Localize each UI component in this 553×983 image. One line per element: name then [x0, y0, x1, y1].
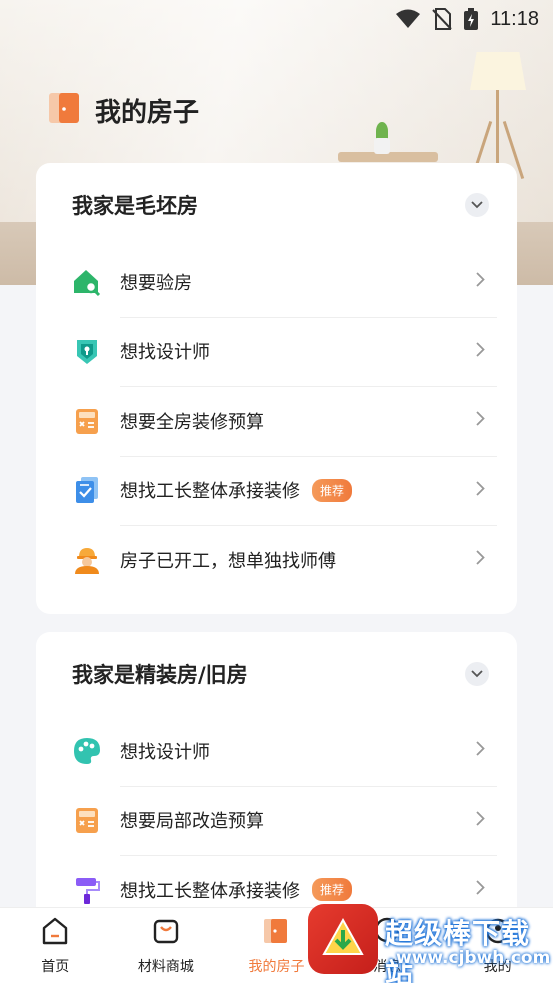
- door-icon: [261, 916, 291, 950]
- battery-icon: [464, 8, 479, 30]
- list-item-inspect-house[interactable]: 想要验房: [36, 247, 517, 317]
- list-item-partial-budget[interactable]: 想要局部改造预算: [36, 785, 517, 856]
- calculator-icon: [72, 805, 102, 835]
- nav-item-shop[interactable]: 材料商城: [111, 908, 222, 983]
- recommend-badge: 推荐: [312, 478, 353, 502]
- wifi-icon: [396, 9, 421, 29]
- section-card-rough-house: 我家是毛坯房 想要验房 想找设计师 想要全房装修预算 想找工长整体承接装修 推荐…: [36, 163, 517, 614]
- lamp-illustration: [470, 52, 526, 90]
- watermark-logo-icon: [308, 904, 378, 974]
- chevron-right-icon: [476, 741, 485, 760]
- chevron-right-icon: [476, 811, 485, 830]
- chevron-down-icon: [471, 670, 483, 678]
- status-time: 11:18: [490, 7, 539, 30]
- section-title: 我家是精装房/旧房: [72, 663, 248, 687]
- contract-icon: [72, 475, 102, 505]
- house-search-icon: [72, 267, 102, 297]
- list-item-find-worker[interactable]: 房子已开工，想单独找师傅: [36, 525, 517, 595]
- page-title: 我的房子: [95, 97, 200, 128]
- no-sim-icon: [432, 8, 453, 30]
- watermark-url: www.cjbwh.com: [396, 948, 551, 968]
- calculator-icon: [72, 406, 102, 436]
- designer-icon: [72, 336, 102, 366]
- list-item-find-designer[interactable]: 想找设计师: [36, 316, 517, 387]
- list-item-find-designer[interactable]: 想找设计师: [36, 716, 517, 786]
- shop-icon: [151, 916, 181, 950]
- section-card-finished-house: 我家是精装房/旧房 想找设计师 想要局部改造预算 想找工长整体承接装修 推荐: [36, 632, 517, 922]
- list-item-full-budget[interactable]: 想要全房装修预算: [36, 386, 517, 456]
- paint-roller-icon: [72, 875, 102, 905]
- collapse-button[interactable]: [465, 193, 489, 217]
- nav-item-home[interactable]: 首页: [0, 908, 111, 983]
- palette-icon: [72, 736, 102, 766]
- chevron-down-icon: [471, 201, 483, 209]
- worker-icon: [72, 545, 102, 575]
- chevron-right-icon: [476, 550, 485, 569]
- chevron-right-icon: [476, 272, 485, 291]
- chevron-right-icon: [476, 880, 485, 899]
- door-logo-icon: [47, 90, 83, 130]
- recommend-badge: 推荐: [312, 878, 353, 902]
- section-header: 我家是精装房/旧房: [36, 632, 517, 716]
- chevron-right-icon: [476, 342, 485, 361]
- chevron-right-icon: [476, 481, 485, 500]
- list-item-hire-foreman[interactable]: 想找工长整体承接装修 推荐: [36, 455, 517, 526]
- collapse-button[interactable]: [465, 662, 489, 686]
- section-header: 我家是毛坯房: [36, 163, 517, 247]
- page-header: 我的房子: [47, 90, 199, 130]
- chevron-right-icon: [476, 411, 485, 430]
- status-bar: 11:18: [0, 0, 553, 38]
- home-icon: [40, 916, 70, 950]
- section-title: 我家是毛坯房: [72, 194, 198, 218]
